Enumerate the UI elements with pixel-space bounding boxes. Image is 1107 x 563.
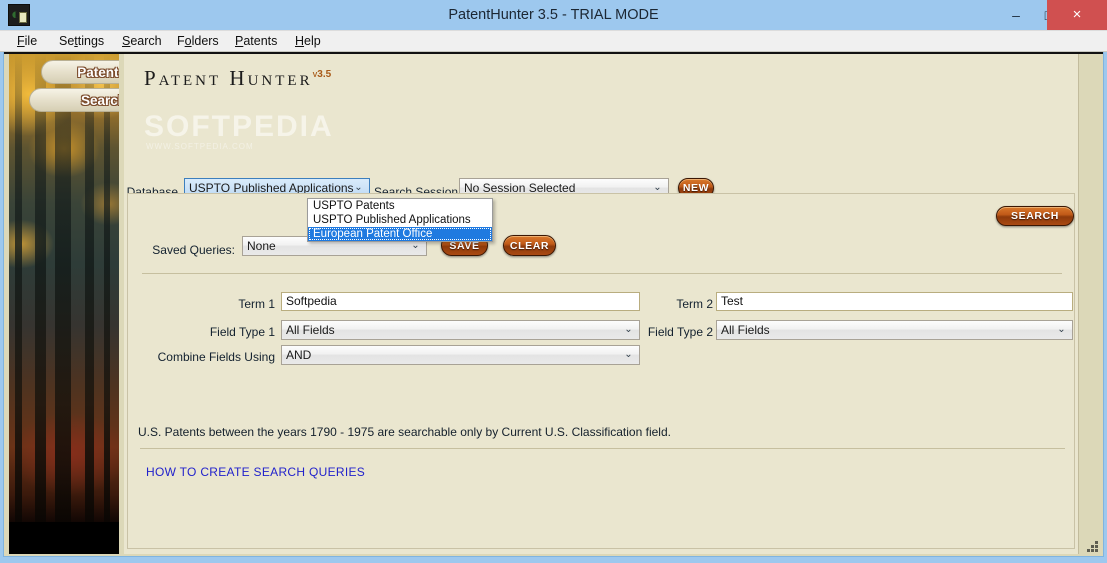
field-type-1-label: Field Type 1: [209, 325, 275, 339]
version-label: v3.5: [312, 69, 332, 80]
search-button[interactable]: SEARCH: [996, 206, 1074, 226]
term-2-label: Term 2: [676, 297, 713, 311]
sidebar: Patents Search: [9, 54, 119, 554]
title-bar: ◐ PatentHunter 3.5 - TRIAL MODE – □ ×: [0, 0, 1107, 30]
database-dropdown-list[interactable]: USPTO Patents USPTO Published Applicatio…: [307, 198, 493, 242]
tree-trunk: [15, 54, 22, 522]
field-type-1-value: All Fields: [286, 323, 335, 337]
dropdown-option-european-patent-office[interactable]: European Patent Office: [308, 227, 492, 241]
tree-trunk: [35, 54, 46, 522]
tab-panel-basic-search: SEARCH Saved Queries: None ⌄ SAVE CLEAR …: [127, 193, 1075, 549]
field-type-2-value: All Fields: [721, 323, 770, 337]
menu-item-folders[interactable]: Folders: [170, 31, 226, 52]
tree-trunk: [55, 54, 71, 522]
chevron-down-icon: ⌄: [1057, 324, 1066, 335]
forest-background-image: [9, 54, 119, 522]
window-title: PatentHunter 3.5 - TRIAL MODE: [448, 7, 659, 23]
menu-item-help[interactable]: Help: [288, 31, 328, 52]
menu-item-search[interactable]: Search: [115, 31, 169, 52]
chevron-down-icon: ⌄: [624, 349, 633, 360]
application-window: ◐ PatentHunter 3.5 - TRIAL MODE – □ × Fi…: [0, 0, 1107, 563]
sidebar-item-patents[interactable]: Patents: [41, 60, 119, 84]
tree-trunk: [104, 54, 110, 522]
search-notice-text: U.S. Patents between the years 1790 - 19…: [138, 425, 671, 439]
combine-fields-label: Combine Fields Using: [157, 350, 275, 364]
menu-bar: File Settings Search Folders Patents Hel…: [0, 30, 1107, 52]
content-panel: Patent Hunterv3.5 SOFTPEDIA WWW.SOFTPEDI…: [124, 54, 1079, 554]
menu-item-file[interactable]: File: [10, 31, 44, 52]
menu-item-patents[interactable]: Patents: [228, 31, 284, 52]
menu-item-settings[interactable]: Settings: [52, 31, 111, 52]
notice-divider: [140, 448, 1065, 449]
sidebar-filler: [9, 522, 119, 554]
combine-fields-select[interactable]: AND ⌄: [281, 345, 640, 365]
softpedia-watermark: SOFTPEDIA: [144, 110, 334, 143]
close-button[interactable]: ×: [1047, 0, 1107, 30]
softpedia-watermark-sub: WWW.SOFTPEDIA.COM: [146, 142, 254, 151]
section-divider: [142, 273, 1062, 274]
saved-queries-label: Saved Queries:: [152, 243, 235, 257]
page-title: Patent Hunterv3.5: [144, 66, 331, 91]
logo-text: Patent Hunter: [144, 66, 313, 90]
sidebar-item-search[interactable]: Search: [29, 88, 119, 112]
term-1-input[interactable]: Softpedia: [281, 292, 640, 311]
resize-grip[interactable]: [1085, 539, 1099, 553]
dropdown-option-uspto-patents[interactable]: USPTO Patents: [308, 199, 492, 213]
clear-query-button[interactable]: CLEAR: [503, 235, 556, 256]
field-type-1-select[interactable]: All Fields ⌄: [281, 320, 640, 340]
field-type-2-select[interactable]: All Fields ⌄: [716, 320, 1073, 340]
dropdown-option-uspto-published-applications[interactable]: USPTO Published Applications: [308, 213, 492, 227]
how-to-create-search-queries-link[interactable]: HOW TO CREATE SEARCH QUERIES: [146, 465, 365, 479]
term-2-input[interactable]: Test: [716, 292, 1073, 311]
saved-queries-value: None: [247, 239, 276, 253]
combine-fields-value: AND: [286, 348, 312, 362]
term-1-label: Term 1: [238, 297, 275, 311]
field-type-2-label: Field Type 2: [647, 325, 713, 339]
main-content-area: Patents Search Patent Hunterv3.5 SOFTPED…: [3, 52, 1104, 557]
tree-trunk: [85, 54, 94, 522]
